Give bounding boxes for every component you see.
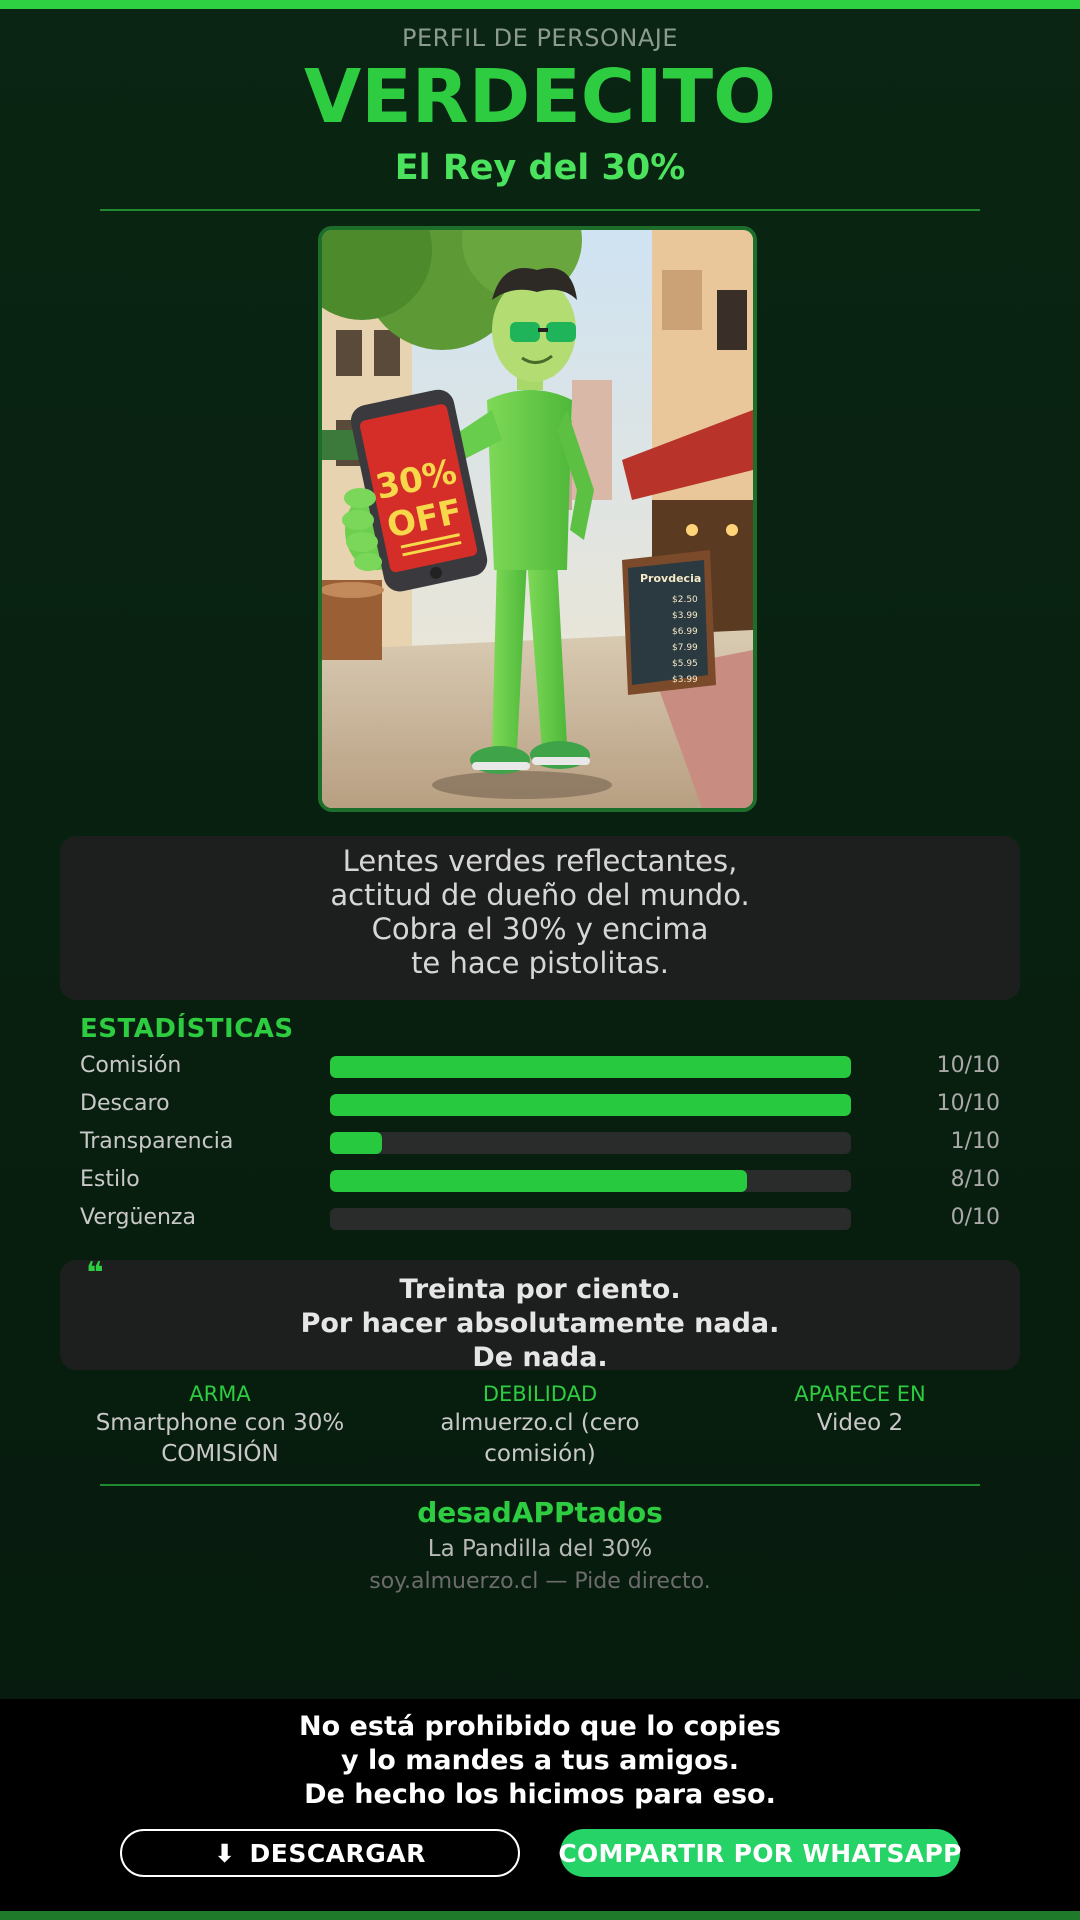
stat-row-transparencia: Transparencia 1/10 xyxy=(0,1127,1080,1157)
stat-row-comision: Comisión 10/10 xyxy=(0,1051,1080,1081)
menu-price: $5.95 xyxy=(672,659,698,669)
brand-tagline: La Pandilla del 30% xyxy=(427,1536,653,1562)
stat-row-estilo: Estilo 8/10 xyxy=(0,1165,1080,1195)
description-line: actitud de dueño del mundo. xyxy=(330,878,750,912)
profile-kicker: PERFIL DE PERSONAJE xyxy=(401,24,679,52)
stat-bar xyxy=(330,1056,851,1078)
info-weapon: ARMA Smartphone con 30% COMISIÓN xyxy=(70,1380,370,1470)
stat-value: 1/10 xyxy=(950,1129,1000,1154)
character-portrait: Provdecia $2.50 $3.99 $6.99 $7.99 $5.95 … xyxy=(318,226,757,812)
stat-bar-fill xyxy=(330,1094,851,1116)
quote-line: De nada. xyxy=(472,1342,608,1373)
stats-title: ESTADÍSTICAS xyxy=(80,1014,294,1044)
whatsapp-share-label: COMPARTIR POR WHATSAPP xyxy=(558,1838,962,1868)
description-line: Lentes verdes reflectantes, xyxy=(342,844,738,878)
divider xyxy=(100,209,980,211)
menu-price: $2.50 xyxy=(672,595,698,605)
menu-price: $7.99 xyxy=(672,643,698,653)
stat-label: Comisión xyxy=(80,1053,182,1078)
download-button[interactable]: ⬇ DESCARGAR xyxy=(120,1829,520,1877)
description-card: Lentes verdes reflectantes, actitud de d… xyxy=(60,836,1020,1000)
share-message-line: De hecho los hicimos para eso. xyxy=(304,1779,776,1810)
info-value: COMISIÓN xyxy=(161,1441,279,1467)
stat-label: Vergüenza xyxy=(80,1205,196,1230)
brand-name: desadAPPtados xyxy=(417,1496,663,1529)
stat-bar xyxy=(330,1170,851,1192)
quote-line: Treinta por ciento. xyxy=(399,1274,681,1305)
info-appears: APARECE EN Video 2 xyxy=(710,1380,1010,1439)
share-panel: No está prohibido que lo copies y lo man… xyxy=(0,1699,1080,1911)
description-line: Cobra el 30% y encima xyxy=(371,912,709,946)
divider xyxy=(100,1484,980,1486)
bottom-accent-bar xyxy=(0,1911,1080,1920)
character-subtitle: El Rey del 30% xyxy=(394,148,686,188)
info-value: almuerzo.cl (cero xyxy=(440,1410,640,1436)
stat-value: 10/10 xyxy=(936,1091,1000,1116)
download-label: DESCARGAR xyxy=(249,1838,426,1868)
stat-bar-fill xyxy=(330,1132,383,1154)
stat-label: Estilo xyxy=(80,1167,140,1192)
character-name: VERDECITO xyxy=(303,54,776,140)
download-icon: ⬇ xyxy=(214,1838,236,1868)
stat-row-descaro: Descaro 10/10 xyxy=(0,1089,1080,1119)
menu-price: $3.99 xyxy=(672,675,698,685)
info-value: Smartphone con 30% xyxy=(95,1410,345,1436)
share-message-line: No está prohibido que lo copies xyxy=(299,1711,781,1742)
share-message-line: y lo mandes a tus amigos. xyxy=(341,1745,739,1776)
info-value: Video 2 xyxy=(816,1410,904,1436)
stat-bar xyxy=(330,1208,851,1230)
info-weakness: DEBILIDAD almuerzo.cl (cero comisión) xyxy=(390,1380,690,1470)
info-label: APARECE EN xyxy=(794,1382,926,1406)
top-accent-bar xyxy=(0,0,1080,9)
whatsapp-share-button[interactable]: COMPARTIR POR WHATSAPP xyxy=(558,1829,962,1877)
stat-value: 0/10 xyxy=(950,1205,1000,1230)
stat-row-verguenza: Vergüenza 0/10 xyxy=(0,1203,1080,1233)
stat-bar xyxy=(330,1132,851,1154)
info-label: ARMA xyxy=(189,1382,251,1406)
menu-price: $3.99 xyxy=(672,611,698,621)
description-line: te hace pistolitas. xyxy=(411,946,669,980)
info-value: comisión) xyxy=(484,1441,596,1467)
quote-line: Por hacer absolutamente nada. xyxy=(300,1308,780,1339)
info-label: DEBILIDAD xyxy=(482,1382,598,1406)
menu-board-title: Provdecia xyxy=(640,572,701,585)
stat-value: 8/10 xyxy=(950,1167,1000,1192)
stat-bar-fill xyxy=(330,1170,747,1192)
stat-bar-fill xyxy=(330,1056,851,1078)
stat-bar xyxy=(330,1094,851,1116)
stat-label: Descaro xyxy=(80,1091,170,1116)
stat-label: Transparencia xyxy=(80,1129,234,1154)
stat-value: 10/10 xyxy=(936,1053,1000,1078)
site-link: soy.almuerzo.cl — Pide directo. xyxy=(369,1569,711,1594)
quote-card: ❝ Treinta por ciento. Por hacer absoluta… xyxy=(60,1256,1020,1373)
menu-price: $6.99 xyxy=(672,627,698,637)
